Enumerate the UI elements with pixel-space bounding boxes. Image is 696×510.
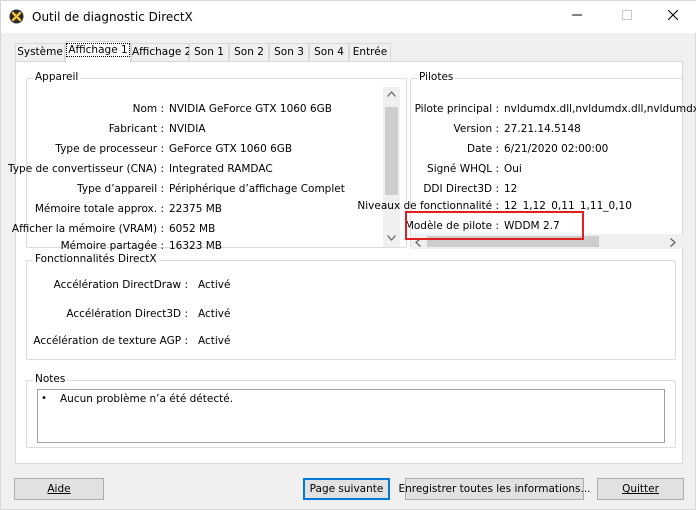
device-group-title: Appareil: [33, 71, 81, 83]
drivers-group-title: Pilotes: [417, 71, 456, 83]
maximize-button[interactable]: [604, 1, 650, 32]
feature-row-label: Accélération DirectDraw :: [53, 279, 188, 291]
device-group: Appareil Nom : NVIDIA GeForce GTX 1060 6…: [8, 71, 407, 252]
feature-row-value: Activé: [198, 308, 231, 320]
device-row-label: Nom :: [132, 103, 164, 115]
scroll-right-icon[interactable]: [670, 238, 676, 250]
close-icon: [667, 9, 679, 23]
scroll-down-icon[interactable]: [387, 235, 396, 244]
driver-row-value: 27.21.14.5148: [504, 123, 581, 135]
feature-row-value: Activé: [198, 279, 231, 291]
device-row-value: NVIDIA: [169, 123, 206, 135]
device-row-label: Type de processeur :: [55, 143, 164, 155]
bullet-icon: •: [41, 393, 47, 404]
driver-row-label: Pilote principal :: [414, 103, 499, 115]
driver-row-label: DDI Direct3D :: [423, 183, 499, 195]
device-row-label: Mémoire totale approx. :: [34, 203, 164, 215]
features-group-title: Fonctionnalités DirectX: [33, 253, 159, 265]
maximize-icon: [622, 10, 632, 23]
feature-row-label: Accélération de texture AGP :: [33, 335, 188, 347]
title-bar[interactable]: Outil de diagnostic DirectX: [1, 1, 696, 33]
device-row-label: Type de convertisseur (CNA) :: [8, 163, 164, 175]
features-group: Fonctionnalités DirectX Accélération Dir…: [26, 253, 676, 360]
help-button[interactable]: Aide: [14, 478, 104, 500]
notes-text-area[interactable]: • Aucun problème n’a été détecté.: [37, 389, 665, 443]
tab-son-1[interactable]: Son 1: [189, 43, 229, 62]
device-row-value: 6052 MB: [169, 223, 216, 235]
save-all-button[interactable]: Enregistrer toutes les informations...: [398, 478, 591, 500]
scroll-thumb[interactable]: [385, 107, 398, 195]
tab-systeme[interactable]: Système: [15, 43, 65, 62]
quit-button[interactable]: Quitter: [597, 478, 684, 500]
note-item: Aucun problème n’a été détecté.: [60, 393, 234, 405]
notes-group: Notes • Aucun problème n’a été détecté.: [26, 373, 676, 448]
device-row-label: Mémoire partagée :: [60, 240, 164, 252]
feature-row-value: Activé: [198, 335, 231, 347]
tab-affichage-1[interactable]: Affichage 1: [65, 41, 131, 63]
dxdiag-window: Outil de diagnostic DirectX Système Affi…: [0, 0, 696, 510]
window-title: Outil de diagnostic DirectX: [32, 10, 193, 24]
minimize-button[interactable]: [554, 1, 600, 32]
drivers-group: Pilotes Pilote principal : nvldumdx.dll,…: [357, 71, 696, 250]
driver-row-label: Signé WHQL :: [427, 163, 499, 175]
next-page-button[interactable]: Page suivante: [303, 478, 390, 500]
scroll-up-icon[interactable]: [387, 91, 396, 100]
driver-row-value: nvldumdx.dll,nvldumdx.dll,nvldumdx.d: [504, 103, 696, 115]
notes-group-title: Notes: [33, 373, 68, 385]
driver-row-value: Oui: [504, 163, 522, 175]
device-row-value: NVIDIA GeForce GTX 1060 6GB: [169, 103, 332, 115]
device-vertical-scrollbar[interactable]: [383, 87, 400, 247]
driver-row-value: 12: [504, 183, 518, 195]
tab-son-3[interactable]: Son 3: [269, 43, 309, 62]
device-row-value: Integrated RAMDAC: [169, 163, 273, 175]
device-row-label: Fabricant :: [108, 123, 164, 135]
driver-row-label: Date :: [467, 143, 499, 155]
close-button[interactable]: [650, 1, 696, 32]
minimize-icon: [572, 10, 582, 23]
tab-son-2[interactable]: Son 2: [229, 43, 269, 62]
device-row-label: Type d’appareil :: [77, 183, 164, 195]
device-row-value: 22375 MB: [169, 203, 223, 215]
directx-icon: [9, 9, 24, 24]
highlight-box: [405, 211, 584, 240]
driver-row-value: 6/21/2020 02:00:00: [504, 143, 609, 155]
tab-son-4[interactable]: Son 4: [309, 43, 349, 62]
device-row-value: GeForce GTX 1060 6GB: [169, 143, 293, 155]
tab-entree[interactable]: Entrée: [349, 43, 391, 62]
tab-affichage-2[interactable]: Affichage 2: [131, 43, 191, 62]
feature-row-label: Accélération Direct3D :: [66, 308, 188, 320]
driver-row-label: Version :: [453, 123, 500, 135]
device-row-value: 16323 MB: [169, 240, 223, 252]
device-row-label: Afficher la mémoire (VRAM) :: [11, 223, 164, 235]
tab-panel: Appareil Nom : NVIDIA GeForce GTX 1060 6…: [8, 61, 696, 464]
device-row-value: Périphérique d’affichage Complet: [169, 183, 345, 195]
